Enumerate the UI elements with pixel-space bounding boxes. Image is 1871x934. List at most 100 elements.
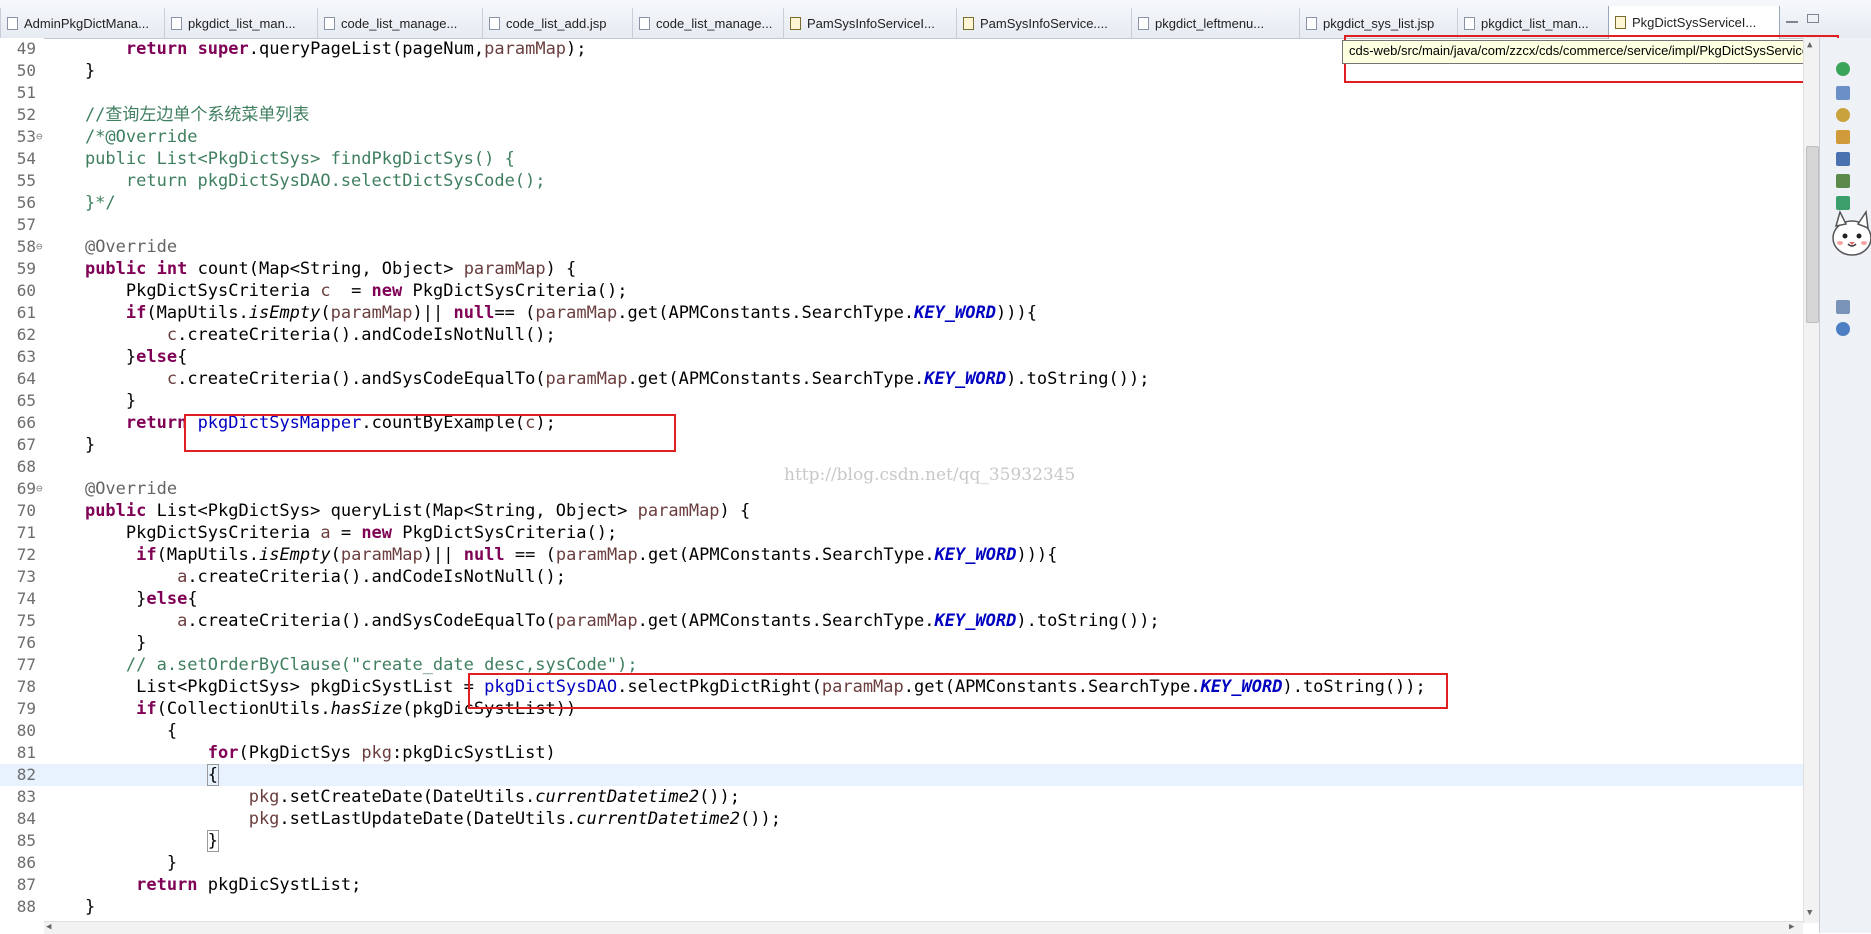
code-line[interactable]: 58 ⊖ @Override xyxy=(0,236,1803,258)
code-line[interactable]: 67 } xyxy=(0,434,1803,456)
code-token: paramMap xyxy=(535,303,618,323)
code-text: if(CollectionUtils.hasSize(pkgDicSystLis… xyxy=(44,698,576,720)
editor-tab-label: pkgdict_list_man... xyxy=(1481,15,1589,31)
editor-tab[interactable]: PkgDictSysServiceI... xyxy=(1608,6,1780,39)
code-line[interactable]: 62 c.createCriteria().andCodeIsNotNull()… xyxy=(0,324,1803,346)
code-line[interactable]: 70 public List<PkgDictSys> queryList(Map… xyxy=(0,500,1803,522)
code-token: ( xyxy=(320,303,331,323)
fold-toggle-icon[interactable]: ⊖ xyxy=(36,126,43,148)
editor-tab[interactable]: PamSysInfoService.... xyxy=(956,8,1131,38)
code-line[interactable]: 57 xyxy=(0,214,1803,236)
line-number: 57 xyxy=(16,215,36,234)
vertical-scrollbar[interactable]: ▲ ▼ xyxy=(1803,38,1820,923)
scroll-right-arrow-icon[interactable]: ▶ xyxy=(1789,922,1794,932)
line-number: 69 xyxy=(16,479,36,498)
code-line[interactable]: 59 public int count(Map<String, Object> … xyxy=(0,258,1803,280)
hierarchy-icon[interactable] xyxy=(1836,174,1850,188)
code-line[interactable]: 55 return pkgDictSysDAO.selectDictSysCod… xyxy=(0,170,1803,192)
scroll-left-arrow-icon[interactable]: ◀ xyxy=(46,922,51,932)
code-line[interactable]: 87 return pkgDicSystList; xyxy=(0,874,1803,896)
code-line[interactable]: 60 PkgDictSysCriteria c = new PkgDictSys… xyxy=(0,280,1803,302)
fold-toggle-icon[interactable]: ⊖ xyxy=(36,236,43,258)
code-text: public List<PkgDictSys> queryList(Map<St… xyxy=(44,500,750,522)
scroll-thumb[interactable] xyxy=(1806,146,1819,323)
code-line[interactable]: 66 return pkgDictSysMapper.countByExampl… xyxy=(0,412,1803,434)
code-line[interactable]: 77 // a.setOrderByClause("create_date de… xyxy=(0,654,1803,676)
outline-icon[interactable] xyxy=(1836,86,1850,100)
editor-tab[interactable]: pkgdict_sys_list.jsp xyxy=(1299,8,1457,38)
code-text: public int count(Map<String, Object> par… xyxy=(44,258,576,280)
code-token: } xyxy=(44,435,96,455)
code-text: } xyxy=(44,896,95,918)
editor-tab[interactable]: code_list_add.jsp xyxy=(482,8,632,38)
line-number: 81 xyxy=(16,743,36,762)
editor-tab[interactable]: code_list_manage... xyxy=(632,8,783,38)
editor-tab[interactable]: pkgdict_leftmenu... xyxy=(1131,8,1299,38)
maximize-button[interactable] xyxy=(1807,14,1819,23)
fold-toggle-icon[interactable]: ⊖ xyxy=(36,478,43,500)
window-icon[interactable] xyxy=(1836,300,1850,314)
code-token: super xyxy=(197,39,249,59)
editor-tab-label: code_list_manage... xyxy=(341,15,458,31)
editor-tab[interactable]: code_list_manage... xyxy=(317,8,482,38)
editor-tab[interactable]: pkgdict_list_man... xyxy=(1457,8,1608,38)
code-line[interactable]: 79 if(CollectionUtils.hasSize(pkgDicSyst… xyxy=(0,698,1803,720)
editor-tab[interactable]: pkgdict_list_man... xyxy=(164,8,317,38)
code-line[interactable]: 73 a.createCriteria().andCodeIsNotNull()… xyxy=(0,566,1803,588)
editor-tab[interactable]: AdminPkgDictMana... xyxy=(0,8,164,38)
code-token: }*/ xyxy=(44,193,116,213)
code-token: (MapUtils. xyxy=(156,545,259,565)
code-line[interactable]: 74 }else{ xyxy=(0,588,1803,610)
line-number: 55 xyxy=(16,171,36,190)
code-line[interactable]: 63 }else{ xyxy=(0,346,1803,368)
cat-mascot-icon xyxy=(1832,209,1871,256)
editor-tab[interactable]: PamSysInfoServiceI... xyxy=(783,8,956,38)
code-line[interactable]: 71 PkgDictSysCriteria a = new PkgDictSys… xyxy=(0,522,1803,544)
code-line[interactable]: 51 xyxy=(0,82,1803,104)
editor-tab-label: PamSysInfoService.... xyxy=(980,15,1108,31)
code-line[interactable]: 80 { xyxy=(0,720,1803,742)
green-circle-icon[interactable] xyxy=(1836,62,1850,76)
code-line[interactable]: 61 if(MapUtils.isEmpty(paramMap)|| null=… xyxy=(0,302,1803,324)
code-line[interactable]: 75 a.createCriteria().andSysCodeEqualTo(… xyxy=(0,610,1803,632)
code-token: )|| xyxy=(412,303,454,323)
code-line[interactable]: 83 pkg.setCreateDate(DateUtils.currentDa… xyxy=(0,786,1803,808)
code-token: (CollectionUtils. xyxy=(156,699,331,719)
horizontal-scrollbar[interactable]: ◀ ▶ xyxy=(44,921,1803,934)
minimize-button[interactable] xyxy=(1786,20,1798,23)
code-line[interactable]: 65 } xyxy=(0,390,1803,412)
code-line[interactable]: 81 for(PkgDictSys pkg:pkgDicSystList) xyxy=(0,742,1803,764)
code-token: } xyxy=(44,633,147,653)
code-line[interactable]: 64 c.createCriteria().andSysCodeEqualTo(… xyxy=(0,368,1803,390)
console-icon[interactable] xyxy=(1836,152,1850,166)
code-token: :pkgDicSystList) xyxy=(392,743,556,763)
wrench-icon[interactable] xyxy=(1836,130,1850,144)
code-line[interactable]: 88 } xyxy=(0,896,1803,918)
code-line[interactable]: 78 List<PkgDictSys> pkgDicSystList = pkg… xyxy=(0,676,1803,698)
code-token: else xyxy=(136,347,178,367)
code-token: paramMap xyxy=(484,39,567,59)
code-line[interactable]: 53 ⊖ /*@Override xyxy=(0,126,1803,148)
code-line[interactable]: 82 { xyxy=(0,764,1803,786)
code-text: { xyxy=(44,764,220,786)
code-line[interactable]: 76 } xyxy=(0,632,1803,654)
code-token: PkgDictSysCriteria(); xyxy=(392,523,618,543)
search-icon[interactable] xyxy=(1836,108,1850,122)
servers-icon[interactable] xyxy=(1836,322,1850,336)
code-line[interactable]: 85 } xyxy=(0,830,1803,852)
code-line[interactable]: 52 //查询左边单个系统菜单列表 xyxy=(0,104,1803,126)
line-number: 61 xyxy=(16,303,36,322)
code-line[interactable]: 72 if(MapUtils.isEmpty(paramMap)|| null … xyxy=(0,544,1803,566)
scroll-up-arrow-icon[interactable]: ▲ xyxy=(1807,40,1812,50)
code-token: { xyxy=(177,347,188,367)
code-line[interactable]: 84 pkg.setLastUpdateDate(DateUtils.curre… xyxy=(0,808,1803,830)
code-line[interactable]: 86 } xyxy=(0,852,1803,874)
code-line[interactable]: 56 }*/ xyxy=(0,192,1803,214)
code-token: pkgDictSysMapper xyxy=(197,413,362,433)
code-token: .createCriteria().andSysCodeEqualTo( xyxy=(187,611,556,631)
scroll-down-arrow-icon[interactable]: ▼ xyxy=(1807,908,1812,918)
code-line[interactable]: 54 public List<PkgDictSys> findPkgDictSy… xyxy=(0,148,1803,170)
